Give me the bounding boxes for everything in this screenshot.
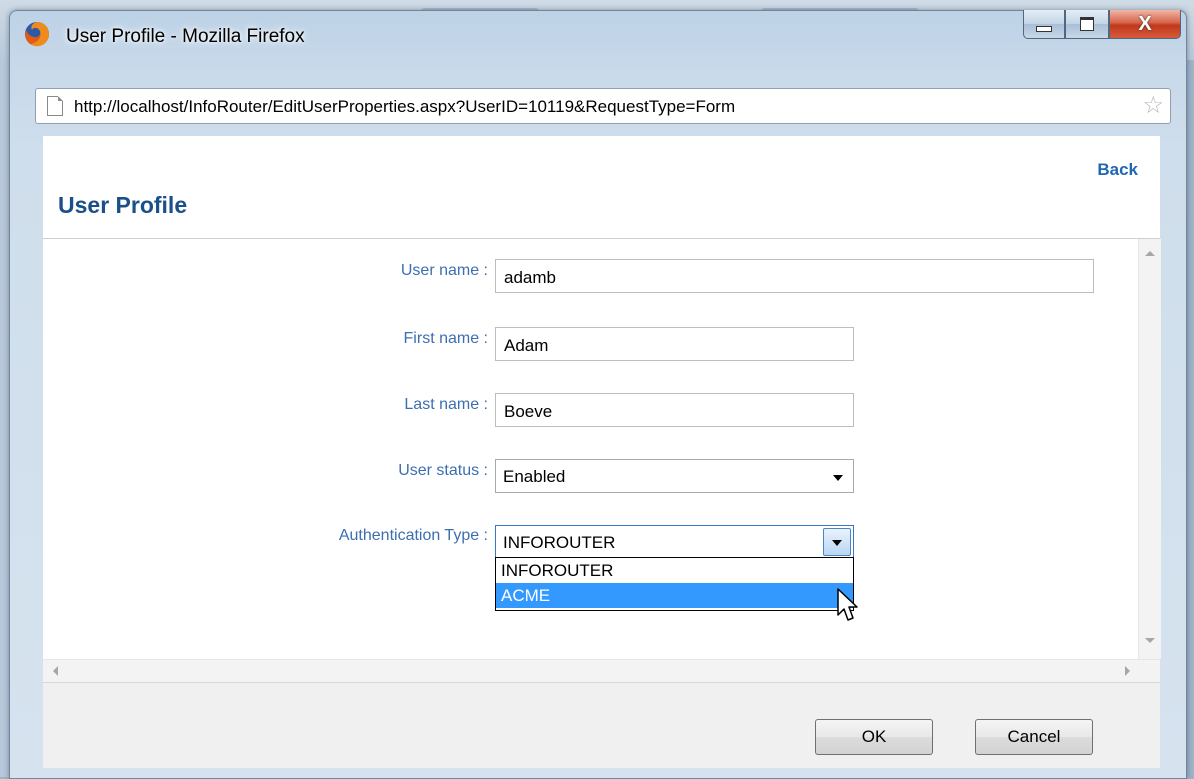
auth-type-select-value: INFOROUTER [503,533,616,552]
firstname-label: First name : [403,330,488,347]
ok-button[interactable]: OK [815,719,933,755]
minimize-button[interactable] [1023,10,1065,39]
vertical-scrollbar[interactable] [1138,239,1161,659]
status-label: User status : [398,462,488,479]
firefox-icon [25,22,50,47]
page-title: User Profile [58,192,188,218]
window-titlebar[interactable]: User Profile - Mozilla Firefox X [10,10,1186,79]
auth-type-label: Authentication Type : [338,527,488,544]
mouse-pointer-icon [837,588,858,621]
window-controls: X [1023,10,1181,40]
status-select[interactable]: Enabled [495,459,854,493]
scroll-right-icon[interactable] [1125,666,1130,676]
window-title: User Profile - Mozilla Firefox [66,26,305,47]
chevron-down-icon [832,540,842,546]
close-button[interactable]: X [1109,10,1181,39]
scroll-left-icon[interactable] [53,666,58,676]
maximize-icon [1080,17,1094,31]
chevron-down-icon [833,475,843,481]
url-text[interactable]: http://localhost/InfoRouter/EditUserProp… [74,97,735,117]
user-form: User name : adamb First name : Adam Last… [43,239,1138,659]
dropdown-toggle-button[interactable] [823,528,851,556]
page-icon [47,96,63,116]
background-window-edge [0,0,9,777]
back-link[interactable]: Back [1097,160,1138,180]
auth-type-dropdown-list: INFOROUTER ACME [495,557,854,611]
firstname-field[interactable]: Adam [495,327,854,361]
scroll-up-icon[interactable] [1145,251,1155,256]
url-bar[interactable]: http://localhost/InfoRouter/EditUserProp… [35,88,1171,124]
minimize-icon [1036,26,1052,32]
dropdown-option-highlighted[interactable]: ACME [496,583,853,608]
lastname-label: Last name : [404,396,488,413]
dialog-footer: OK Cancel [43,682,1160,768]
star-icon[interactable]: ☆ [1142,94,1164,118]
username-field[interactable]: adamb [495,259,1094,293]
scroll-down-icon[interactable] [1145,638,1155,643]
auth-type-select[interactable]: INFOROUTER [495,525,854,559]
username-label: User name : [400,262,488,279]
maximize-button[interactable] [1065,10,1109,39]
horizontal-scrollbar[interactable] [43,659,1160,682]
page-content: Back User Profile User name : adamb Firs… [43,136,1161,682]
status-select-value: Enabled [503,467,566,486]
dropdown-option[interactable]: INFOROUTER [496,558,853,583]
lastname-field[interactable]: Boeve [495,393,854,427]
cancel-button[interactable]: Cancel [975,719,1093,755]
close-icon: X [1138,12,1152,35]
